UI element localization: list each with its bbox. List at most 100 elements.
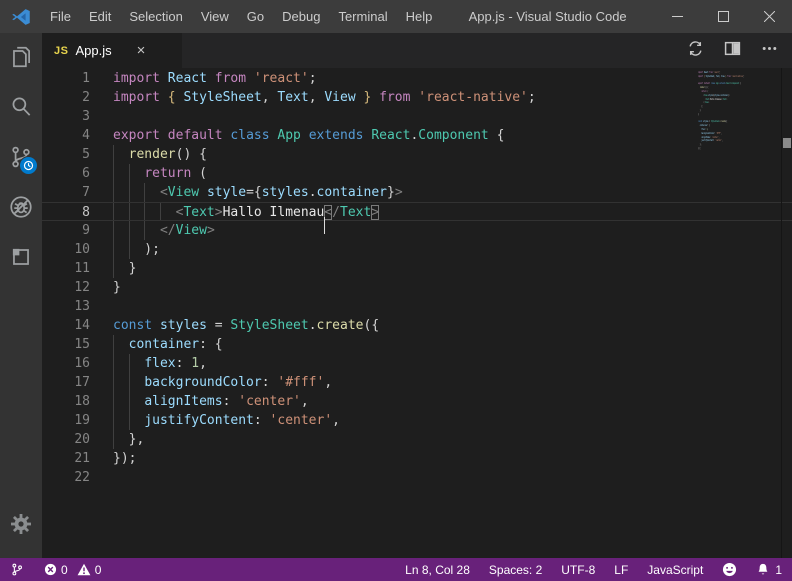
more-actions-icon[interactable] [761,40,778,62]
menu-selection[interactable]: Selection [120,0,191,33]
code-line-17[interactable]: 17 backgroundColor: '#fff', [42,373,792,392]
code-line-3[interactable]: 3 [42,107,792,126]
line-number: 16 [42,354,90,373]
code-line-9[interactable]: 9 </View> [42,221,792,240]
code-line-1[interactable]: 1import React from 'react'; [42,69,792,88]
menu-terminal[interactable]: Terminal [329,0,396,33]
minimize-button[interactable] [654,0,700,33]
indent-guide [160,203,161,220]
code-editor[interactable]: 1import React from 'react';2import { Sty… [42,68,792,558]
line-content: container: { [113,335,792,354]
line-content: import React from 'react'; [113,69,792,88]
code-token: < [324,205,332,220]
code-token: flex [144,356,175,371]
tab-close-icon[interactable]: × [137,43,146,58]
code-token [371,90,379,105]
status-cursor-position[interactable]: Ln 8, Col 28 [405,563,470,577]
code-token: , [301,394,309,409]
search-icon[interactable] [0,83,42,131]
code-token: , [199,356,207,371]
code-token: : [262,375,278,390]
status-encoding[interactable]: UTF-8 [561,563,595,577]
menu-go[interactable]: Go [238,0,273,33]
line-content: } [113,278,792,297]
code-line-13[interactable]: 13 [42,297,792,316]
code-line-10[interactable]: 10 ); [42,240,792,259]
code-line-16[interactable]: 16 flex: 1, [42,354,792,373]
problems-indicator[interactable]: 0 0 [44,563,101,577]
code-line-2[interactable]: 2import { StyleSheet, Text, View } from … [42,88,792,107]
line-content [113,297,792,316]
debug-icon[interactable] [0,183,42,231]
indent-guide [113,259,114,278]
code-line-6[interactable]: 6 return ( [42,164,792,183]
status-bar: 0 0 Ln 8, Col 28 Spaces: 2 UTF-8 LF JavaScri… [0,558,792,581]
code-line-21[interactable]: 21}); [42,449,792,468]
line-content: flex: 1, [113,354,792,373]
code-line-18[interactable]: 18 alignItems: 'center', [42,392,792,411]
code-token: 'center' [238,394,301,409]
line-content: <Text>Hallo Ilmenau</Text> [113,203,792,220]
manage-gear-icon[interactable] [0,500,42,548]
menu-help[interactable]: Help [397,0,442,33]
code-token: : [254,413,270,428]
code-line-22[interactable]: 22 [42,468,792,487]
line-number: 19 [42,411,90,430]
tab-appjs[interactable]: JS App.js × [42,33,182,68]
indent-guide [113,164,114,183]
code-line-11[interactable]: 11 } [42,259,792,278]
code-token: style [207,185,246,200]
code-line-4[interactable]: 4export default class App extends React.… [42,126,792,145]
sync-changes-icon[interactable] [687,40,704,62]
git-branch-icon[interactable] [10,562,24,577]
status-right: Ln 8, Col 28 Spaces: 2 UTF-8 LF JavaScript 1 [405,562,782,577]
code-token: : { [199,337,222,352]
line-number: 3 [42,107,90,126]
line-content: } [113,259,792,278]
code-token: > [729,94,730,97]
code-token: from [379,90,410,105]
code-line-8[interactable]: 8 <Text>Hallo Ilmenau</Text> [42,202,792,221]
maximize-button[interactable] [700,0,746,33]
source-control-icon[interactable] [0,133,42,181]
line-number: 8 [42,203,90,220]
code-token: } [698,109,701,112]
minimap[interactable]: import React from 'react';import { Style… [698,71,778,155]
line-number: 5 [42,145,90,164]
explorer-icon[interactable] [0,33,42,81]
code-token: , [332,413,340,428]
code-line-15[interactable]: 15 container: { [42,335,792,354]
menu-view[interactable]: View [192,0,238,33]
feedback-smiley-icon[interactable] [722,562,737,577]
code-line-7[interactable]: 7 <View style={styles.container}> [42,183,792,202]
close-button[interactable] [746,0,792,33]
indent-guide [113,183,114,202]
code-line-20[interactable]: 20 }, [42,430,792,449]
line-number: 14 [42,316,90,335]
indent-guide [113,411,114,430]
code-token [301,128,309,143]
code-token: </ [160,223,176,238]
status-left: 0 0 [10,562,101,577]
code-token: : [223,394,239,409]
status-indentation[interactable]: Spaces: 2 [489,563,542,577]
status-language-mode[interactable]: JavaScript [647,563,703,577]
code-line-5[interactable]: 5 render() { [42,145,792,164]
menu-edit[interactable]: Edit [80,0,120,33]
line-number: 21 [42,449,90,468]
indent-guide [113,221,114,240]
code-line-14[interactable]: 14const styles = StyleSheet.create({ [42,316,792,335]
extensions-icon[interactable] [0,233,42,281]
notifications-bell-icon [756,562,770,577]
code-token: StyleSheet [230,318,308,333]
notifications-indicator[interactable]: 1 [756,562,782,577]
code-line-12[interactable]: 12} [42,278,792,297]
code-token: '#fff' [277,375,324,390]
menu-debug[interactable]: Debug [273,0,329,33]
split-editor-icon[interactable] [724,40,741,62]
line-content: justifyContent: 'center', [113,411,792,430]
menu-file[interactable]: File [41,0,80,33]
code-line-19[interactable]: 19 justifyContent: 'center', [42,411,792,430]
code-token [160,128,168,143]
status-eol[interactable]: LF [614,563,628,577]
